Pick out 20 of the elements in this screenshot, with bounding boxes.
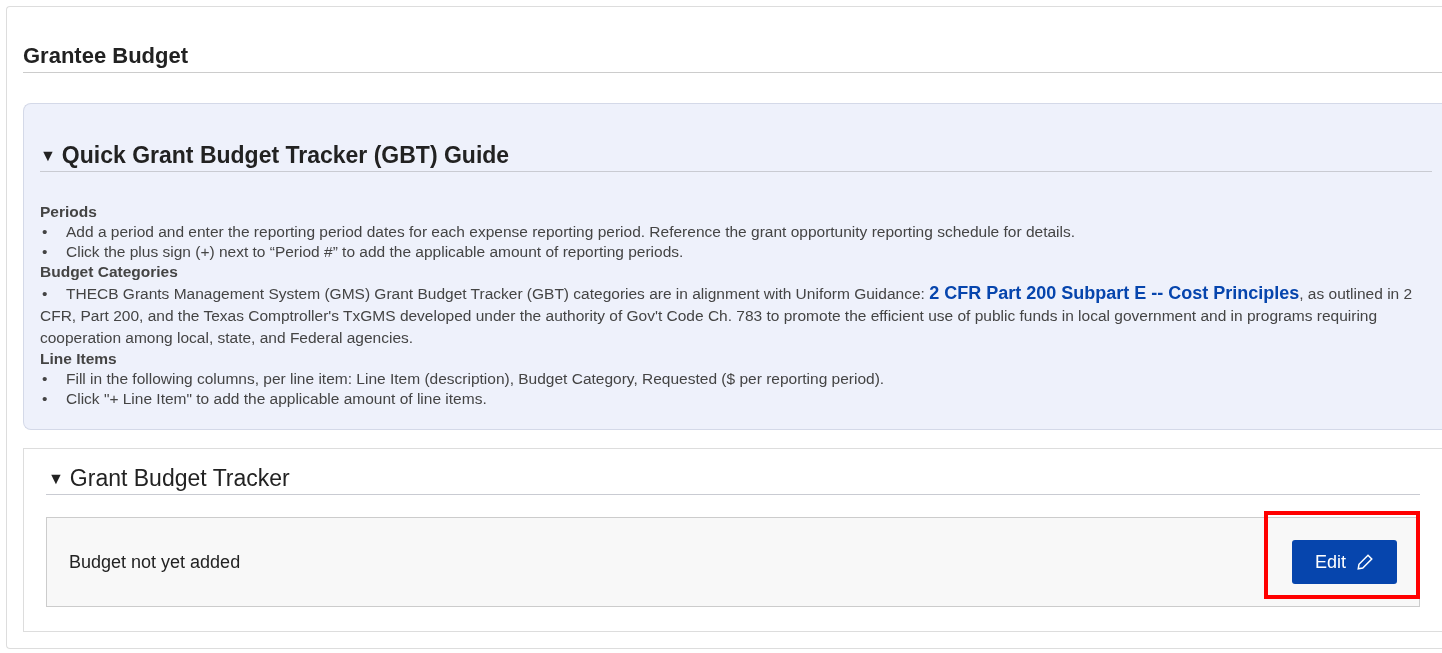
guide-bullet-text: Click "+ Line Item" to add the applicable amount of line items. (66, 389, 487, 409)
guide-title: Quick Grant Budget Tracker (GBT) Guide (61, 142, 510, 169)
tracker-title: Grant Budget Tracker (69, 465, 290, 492)
page-title: Grantee Budget (23, 43, 1442, 73)
bullet-icon: • (40, 222, 66, 242)
pencil-icon (1356, 553, 1374, 571)
status-text: Budget not yet added (69, 551, 241, 573)
bullet-icon: • (40, 389, 66, 409)
guide-paragraph: • THECB Grants Management System (GMS) Grant Budget Tracker (GBT) categories are in alignment with Uniform Guidance: 2 CFR Part 200 Subpart E -- Cost Principles, as outlined in 2 CFR, Part 200, and the Texas Comptroller's TxGMS developed under the authority of Gov't Code Ch. 783 to promote the efficient use of public funds in local government and in programs requiring cooperation among local, state, and Federal agencies. (40, 282, 1414, 348)
bullet-icon: • (40, 369, 66, 389)
collapse-icon[interactable]: ▼ (40, 146, 56, 165)
section-heading: Budget Categories (40, 262, 179, 282)
collapse-icon[interactable]: ▼ (48, 469, 64, 488)
section-heading: Line Items (40, 349, 118, 369)
guide-bullet-text: Click the plus sign (+) next to “Period #” to add the applicable amount of reporting periods. (66, 242, 684, 262)
section-heading: Periods (40, 202, 98, 222)
bullet-icon: • (40, 242, 66, 262)
guide-bullet-text: Add a period and enter the reporting period dates for each expense reporting period. Reference the grant opportunity reporting schedule for details. (66, 222, 1075, 242)
edit-button[interactable]: Edit (1292, 540, 1397, 584)
guide-bullet-text: Fill in the following columns, per line item: Line Item (description), Budget Category, Requested ($ per reporting period). (66, 369, 885, 389)
